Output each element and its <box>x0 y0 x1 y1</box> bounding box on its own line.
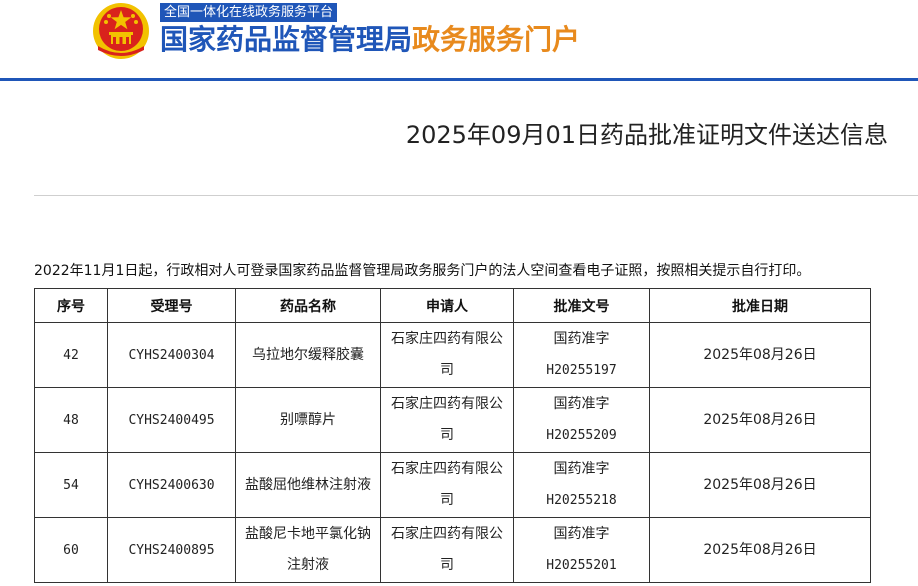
site-header: 全国一体化在线政务服务平台 国家药品监督管理局政务服务门户 <box>0 0 918 78</box>
site-title-agency: 国家药品监督管理局 <box>160 23 413 56</box>
site-title[interactable]: 国家药品监督管理局政务服务门户 <box>160 22 580 58</box>
cell-applicant: 石家庄四药有限公司 <box>380 452 514 518</box>
approval-no-code: H20255197 <box>546 363 617 378</box>
cell-approval-no: 国药准字 H20255197 <box>513 322 650 388</box>
cell-applicant: 石家庄四药有限公司 <box>380 517 514 583</box>
approval-no-code: H20255201 <box>546 558 617 573</box>
cell-approval-no: 国药准字 H20255201 <box>513 517 650 583</box>
table-header-row: 序号 受理号 药品名称 申请人 批准文号 批准日期 <box>34 288 871 323</box>
cell-approval-no: 国药准字 H20255218 <box>513 452 650 518</box>
header-seq: 序号 <box>34 288 108 323</box>
national-emblem-icon[interactable] <box>92 2 150 60</box>
header-approval-no: 批准文号 <box>513 288 650 323</box>
title-divider <box>34 195 918 196</box>
cell-accept-no: CYHS2400495 <box>107 387 236 453</box>
cell-applicant: 石家庄四药有限公司 <box>380 322 514 388</box>
header-divider <box>0 78 918 81</box>
cell-applicant: 石家庄四药有限公司 <box>380 387 514 453</box>
approval-no-code: H20255218 <box>546 493 617 508</box>
cell-seq: 42 <box>34 322 108 388</box>
cell-approval-no: 国药准字 H20255209 <box>513 387 650 453</box>
approval-no-code: H20255209 <box>546 428 617 443</box>
approval-no-prefix: 国药准字 <box>553 526 610 542</box>
cell-approval-date: 2025年08月26日 <box>649 387 871 453</box>
cell-drug-name: 别嘌醇片 <box>235 387 381 453</box>
table-row: 42 CYHS2400304 乌拉地尔缓释胶囊 石家庄四药有限公司 国药准字 H2… <box>34 322 871 388</box>
cell-approval-date: 2025年08月26日 <box>649 322 871 388</box>
cell-seq: 48 <box>34 387 108 453</box>
approval-no-prefix: 国药准字 <box>553 331 610 347</box>
table-row: 60 CYHS2400895 盐酸尼卡地平氯化钠注射液 石家庄四药有限公司 国药… <box>34 517 871 583</box>
header-accept-no: 受理号 <box>107 288 236 323</box>
table-row: 54 CYHS2400630 盐酸屈他维林注射液 石家庄四药有限公司 国药准字 H… <box>34 452 871 518</box>
platform-tag[interactable]: 全国一体化在线政务服务平台 <box>160 3 338 22</box>
cell-accept-no: CYHS2400304 <box>107 322 236 388</box>
cell-approval-date: 2025年08月26日 <box>649 517 871 583</box>
cell-drug-name: 盐酸屈他维林注射液 <box>235 452 381 518</box>
cell-drug-name: 乌拉地尔缓释胶囊 <box>235 322 381 388</box>
approval-no-prefix: 国药准字 <box>553 461 610 477</box>
cell-seq: 54 <box>34 452 108 518</box>
site-title-portal: 政务服务门户 <box>412 23 581 56</box>
cell-approval-date: 2025年08月26日 <box>649 452 871 518</box>
header-approval-date: 批准日期 <box>649 288 871 323</box>
notice-text: 2022年11月1日起，行政相对人可登录国家药品监督管理局政务服务门户的法人空间… <box>34 263 811 279</box>
cell-accept-no: CYHS2400630 <box>107 452 236 518</box>
page-title: 2025年09月01日药品批准证明文件送达信息 <box>405 121 888 149</box>
table-row: 48 CYHS2400495 别嘌醇片 石家庄四药有限公司 国药准字 H20255… <box>34 387 871 453</box>
header-applicant: 申请人 <box>380 288 514 323</box>
approval-table: 序号 受理号 药品名称 申请人 批准文号 批准日期 42 CYHS2400304… <box>34 288 871 583</box>
cell-drug-name: 盐酸尼卡地平氯化钠注射液 <box>235 517 381 583</box>
cell-accept-no: CYHS2400895 <box>107 517 236 583</box>
cell-seq: 60 <box>34 517 108 583</box>
approval-no-prefix: 国药准字 <box>553 396 610 412</box>
header-drug-name: 药品名称 <box>235 288 381 323</box>
